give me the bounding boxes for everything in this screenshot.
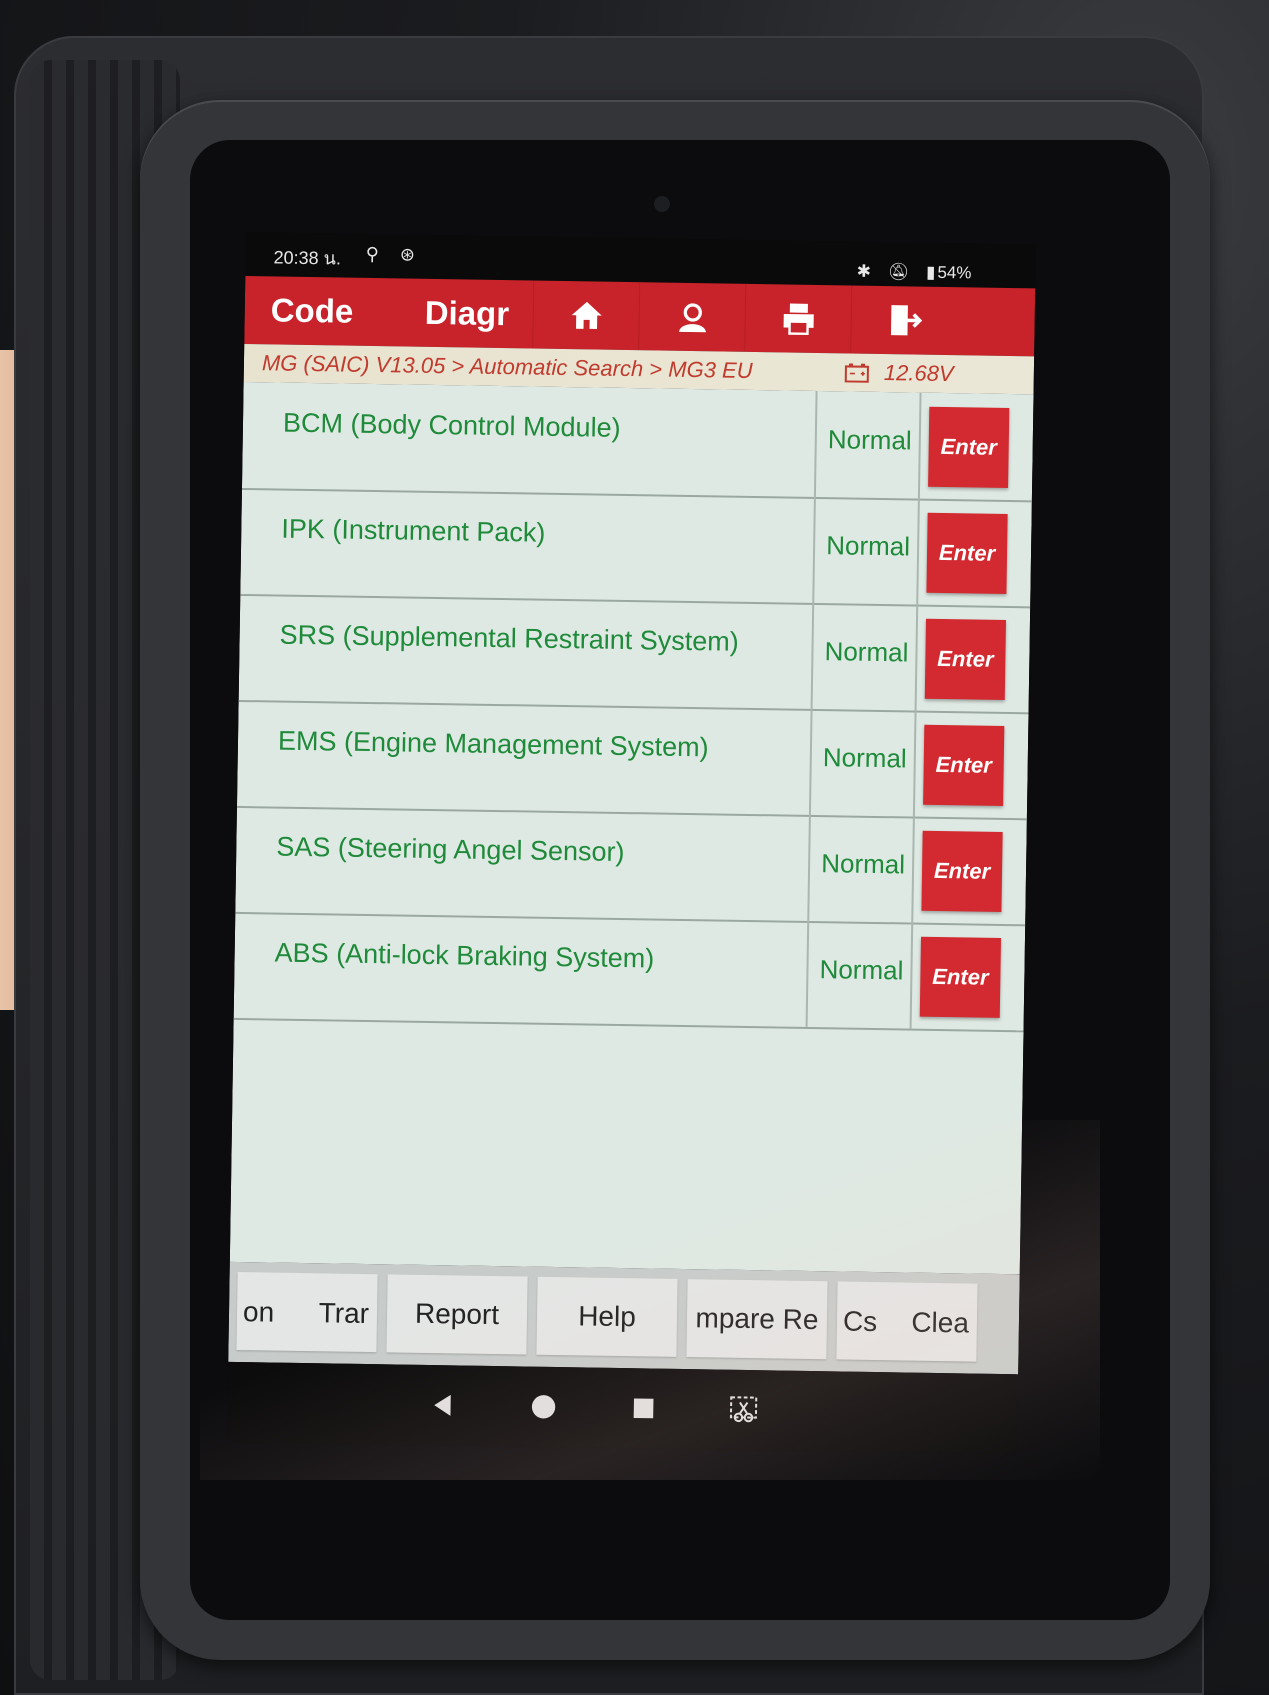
enter-button[interactable]: Enter bbox=[924, 618, 1006, 700]
enter-button[interactable]: Enter bbox=[923, 724, 1005, 806]
home-icon bbox=[571, 301, 602, 330]
list-item: EMS (Engine Management System) Normal En… bbox=[236, 699, 1029, 821]
home-nav-button[interactable] bbox=[523, 1387, 564, 1428]
device-screen: 20:38 น. ⚲ ⊛ ✱ 🔕︎ ▮ 54% Code Diagr MG (SA… bbox=[226, 232, 1036, 1455]
print-icon bbox=[783, 303, 814, 336]
screenshot-button[interactable] bbox=[723, 1390, 764, 1431]
square-icon bbox=[633, 1398, 654, 1419]
exit-icon bbox=[890, 305, 923, 336]
battery-level: 54% bbox=[937, 262, 972, 283]
user-button[interactable] bbox=[638, 282, 747, 352]
button-label-fragment: on bbox=[242, 1296, 275, 1328]
divider bbox=[810, 602, 815, 709]
breadcrumb-path: MG (SAIC) V13.05 > Automatic Search > MG… bbox=[261, 350, 753, 383]
system-list: BCM (Body Control Module) Normal Enter I… bbox=[229, 381, 1034, 1275]
tab-code[interactable]: Code bbox=[270, 276, 354, 345]
system-name: BCM (Body Control Module) bbox=[282, 407, 621, 443]
system-status: Normal bbox=[824, 636, 909, 668]
android-nav-bar bbox=[226, 1361, 1019, 1455]
button-label-fragment: Cs bbox=[842, 1305, 878, 1338]
transfer-button[interactable]: on Trar bbox=[236, 1271, 378, 1353]
app-header: Code Diagr bbox=[244, 275, 1036, 357]
divider bbox=[812, 496, 816, 603]
help-button[interactable]: Help bbox=[536, 1276, 678, 1357]
enter-button[interactable]: Enter bbox=[928, 406, 1010, 489]
car-battery-icon bbox=[844, 363, 869, 383]
scissors-icon bbox=[729, 1396, 758, 1423]
battery-voltage: 12.68V bbox=[883, 360, 954, 387]
divider bbox=[805, 920, 810, 1027]
bluetooth-icon: ✱ bbox=[856, 261, 872, 281]
list-item: IPK (Instrument Pack) Normal Enter bbox=[240, 487, 1032, 609]
enter-button[interactable]: Enter bbox=[919, 936, 1002, 1018]
compare-report-button[interactable]: mpare Re bbox=[686, 1279, 828, 1360]
button-label-fragment: Trar bbox=[318, 1297, 370, 1330]
recents-button[interactable] bbox=[623, 1388, 664, 1429]
clear-codes-button[interactable]: Cs Clea bbox=[836, 1281, 978, 1362]
system-status: Normal bbox=[819, 954, 904, 986]
divider bbox=[909, 922, 914, 1029]
system-name: SRS (Supplemental Restraint System) bbox=[279, 619, 740, 657]
divider bbox=[808, 708, 813, 815]
divider bbox=[911, 816, 915, 923]
back-button[interactable] bbox=[423, 1385, 464, 1426]
circle-icon bbox=[531, 1395, 556, 1419]
list-item: SAS (Steering Angel Sensor) Normal Enter bbox=[235, 805, 1027, 927]
exit-button[interactable] bbox=[850, 285, 959, 356]
button-label-fragment: Clea bbox=[911, 1306, 970, 1339]
system-name: EMS (Engine Management System) bbox=[277, 725, 709, 763]
camera-icon bbox=[654, 196, 670, 212]
system-status: Normal bbox=[822, 742, 907, 774]
divider bbox=[916, 498, 920, 605]
report-button[interactable]: Report bbox=[386, 1274, 528, 1355]
bottom-toolbar: on Trar Report Help mpare Re Cs Clea bbox=[228, 1261, 1020, 1375]
system-status: Normal bbox=[821, 848, 906, 880]
list-item: ABS (Anti-lock Braking System) Normal En… bbox=[233, 911, 1026, 1033]
system-name: SAS (Steering Angel Sensor) bbox=[276, 831, 625, 868]
enter-button[interactable]: Enter bbox=[926, 512, 1008, 594]
home-button[interactable] bbox=[532, 280, 641, 351]
print-button[interactable] bbox=[744, 283, 853, 354]
usb-icon: ⚲ ⊛ bbox=[365, 243, 424, 265]
battery-icon: ▮ bbox=[925, 262, 936, 282]
enter-button[interactable]: Enter bbox=[921, 830, 1003, 912]
status-time: 20:38 น. bbox=[273, 247, 342, 269]
divider bbox=[813, 390, 818, 497]
tab-diagnose[interactable]: Diagr bbox=[424, 279, 509, 348]
mute-icon: 🔕︎ bbox=[887, 262, 910, 282]
divider bbox=[914, 604, 919, 711]
divider bbox=[807, 814, 811, 921]
system-status: Normal bbox=[827, 424, 912, 456]
back-icon bbox=[434, 1394, 451, 1416]
system-name: ABS (Anti-lock Braking System) bbox=[274, 937, 655, 974]
list-item: BCM (Body Control Module) Normal Enter bbox=[241, 381, 1034, 503]
list-item: SRS (Supplemental Restraint System) Norm… bbox=[238, 593, 1031, 715]
divider bbox=[917, 392, 922, 499]
system-status: Normal bbox=[826, 530, 911, 562]
status-icons: ✱ 🔕︎ ▮ 54% bbox=[845, 261, 972, 283]
system-name: IPK (Instrument Pack) bbox=[281, 513, 546, 548]
user-icon bbox=[678, 303, 706, 333]
divider bbox=[912, 710, 917, 817]
